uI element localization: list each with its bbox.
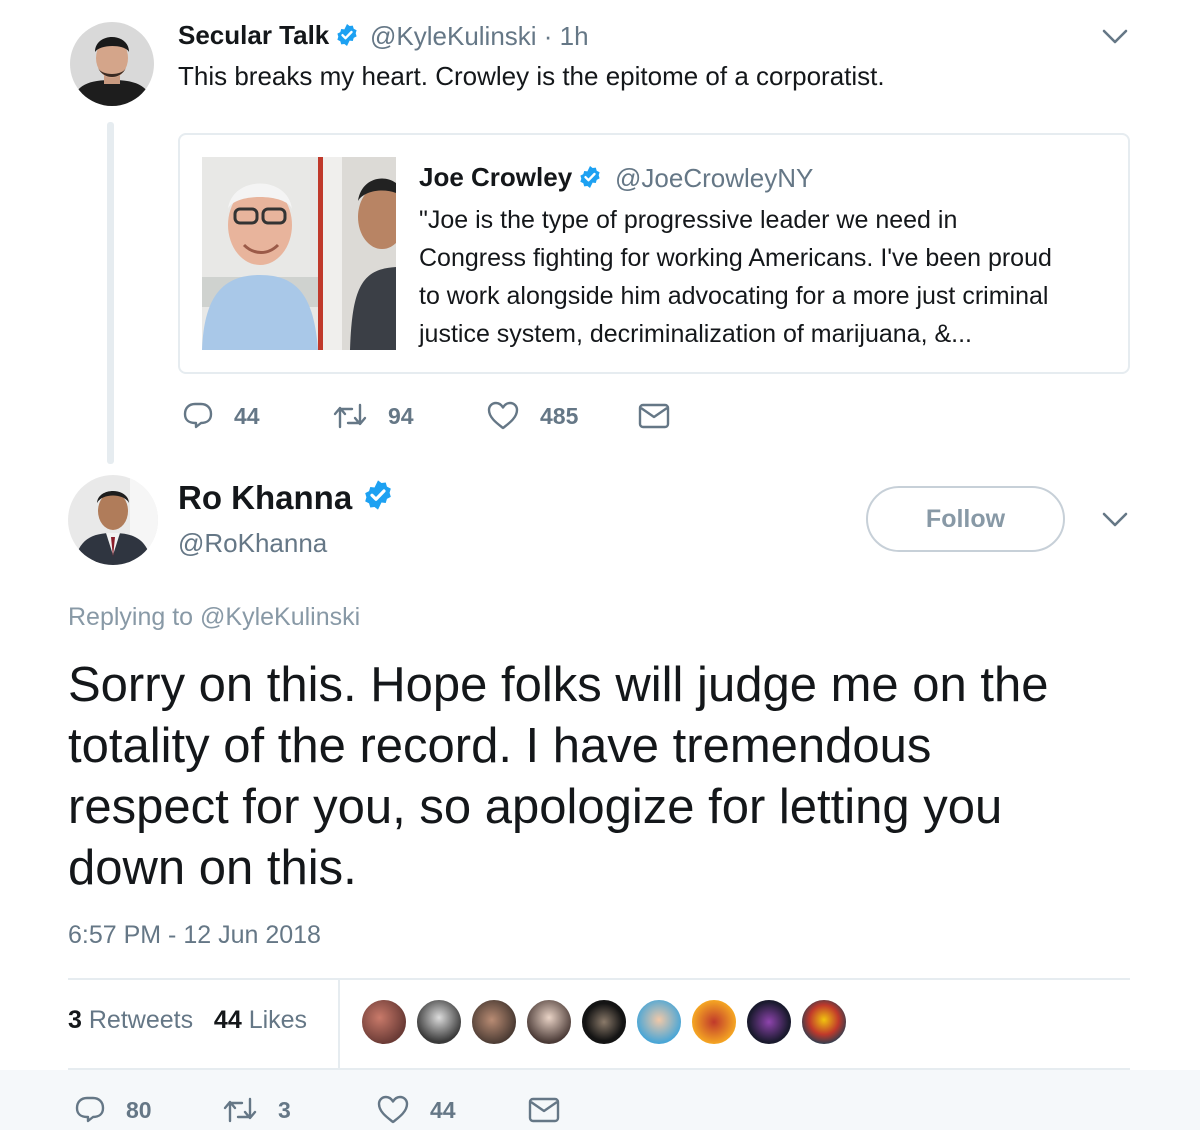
reply-button[interactable]: 80 [74, 1094, 152, 1126]
heart-icon [487, 401, 519, 430]
retweet-icon [223, 1097, 257, 1123]
main-text-line: down on this. [68, 841, 357, 895]
replying-to: Replying to @KyleKulinski [68, 603, 360, 632]
heart-icon [377, 1095, 409, 1124]
main-text-line: totality of the record. I have tremendou… [68, 719, 932, 773]
reply-count: 44 [234, 402, 260, 429]
quoted-author-name[interactable]: Joe Crowley [419, 162, 602, 196]
retweet-button[interactable]: 3 [222, 1094, 291, 1126]
direct-message-button[interactable] [528, 1096, 580, 1124]
avatar[interactable] [360, 998, 408, 1046]
like-button[interactable]: 485 [486, 400, 578, 432]
likes-label: Likes [248, 1006, 308, 1034]
avatar[interactable] [525, 998, 573, 1046]
engagement-stats: 3 Retweets 44 Likes [68, 1006, 307, 1035]
secular-talk-avatar[interactable] [70, 22, 154, 106]
tweet-time[interactable]: · 1h [544, 21, 589, 51]
avatar[interactable] [690, 998, 738, 1046]
parent-tweet-text: This breaks my heart. Crowley is the epi… [178, 61, 885, 91]
reply-icon [75, 1096, 105, 1123]
replying-to-label: Replying to [68, 603, 194, 631]
retweets-count: 3 [68, 1006, 82, 1034]
ro-khanna-avatar[interactable] [68, 475, 158, 565]
tweet-timestamp[interactable]: 6:57 PM - 12 Jun 2018 [68, 921, 321, 950]
avatar[interactable] [635, 998, 683, 1046]
main-text-line: respect for you, so apologize for lettin… [68, 780, 1003, 834]
action-bar-background [0, 1070, 1200, 1130]
likes-count: 44 [213, 1006, 242, 1034]
chevron-down-icon[interactable] [1102, 28, 1128, 51]
main-tweet-text: Sorry on this. Hope folks will judge me … [68, 655, 1168, 899]
quoted-tweet-image[interactable] [202, 157, 396, 350]
quoted-text-line: "Joe is the type of progressive leader w… [419, 206, 958, 234]
avatar[interactable] [745, 998, 793, 1046]
liker-avatars [360, 998, 855, 1046]
quoted-text-line: to work alongside him advocating for a m… [419, 282, 1049, 310]
main-author-handle[interactable]: @RoKhanna [178, 528, 327, 559]
verified-badge-icon [578, 165, 602, 196]
direct-message-button[interactable] [638, 402, 690, 430]
verified-badge-icon [362, 479, 394, 519]
thread-line [107, 122, 114, 464]
avatar[interactable] [580, 998, 628, 1046]
avatar[interactable] [470, 998, 518, 1046]
retweets-label: Retweets [88, 1006, 194, 1034]
divider [68, 978, 1130, 980]
chevron-down-icon[interactable] [1102, 511, 1128, 534]
follow-button[interactable]: Follow [866, 486, 1065, 552]
retweet-count: 3 [278, 1096, 291, 1123]
avatar[interactable] [800, 998, 848, 1046]
retweet-count: 94 [388, 402, 414, 429]
retweet-button[interactable]: 94 [332, 400, 414, 432]
like-count: 44 [430, 1096, 456, 1123]
like-count: 485 [540, 402, 579, 429]
reply-icon [183, 402, 213, 429]
retweet-icon [333, 403, 367, 429]
reply-count: 80 [126, 1096, 152, 1123]
replying-to-handle[interactable]: @KyleKulinski [200, 603, 360, 631]
envelope-icon [638, 403, 670, 429]
parent-author-name[interactable]: Secular Talk [178, 20, 359, 54]
quoted-tweet-text: "Joe is the type of progressive leader w… [419, 201, 1119, 353]
parent-author-handle[interactable]: @KyleKulinski · 1h [370, 21, 589, 52]
quoted-text-line: justice system, decriminalization of mar… [419, 320, 972, 348]
likes-stat[interactable]: 44 Likes [214, 1006, 307, 1034]
verified-badge-icon [335, 23, 359, 54]
quoted-author-handle[interactable]: @JoeCrowleyNY [615, 163, 813, 194]
retweets-stat[interactable]: 3 Retweets [68, 1006, 193, 1034]
main-text-line: Sorry on this. Hope folks will judge me … [68, 658, 1049, 712]
envelope-icon [528, 1097, 560, 1123]
reply-button[interactable]: 44 [182, 400, 260, 432]
main-author-name[interactable]: Ro Khanna [178, 479, 394, 519]
quoted-text-line: Congress fighting for working Americans.… [419, 244, 1052, 272]
divider [338, 980, 340, 1068]
like-button[interactable]: 44 [376, 1094, 456, 1126]
avatar[interactable] [415, 998, 463, 1046]
